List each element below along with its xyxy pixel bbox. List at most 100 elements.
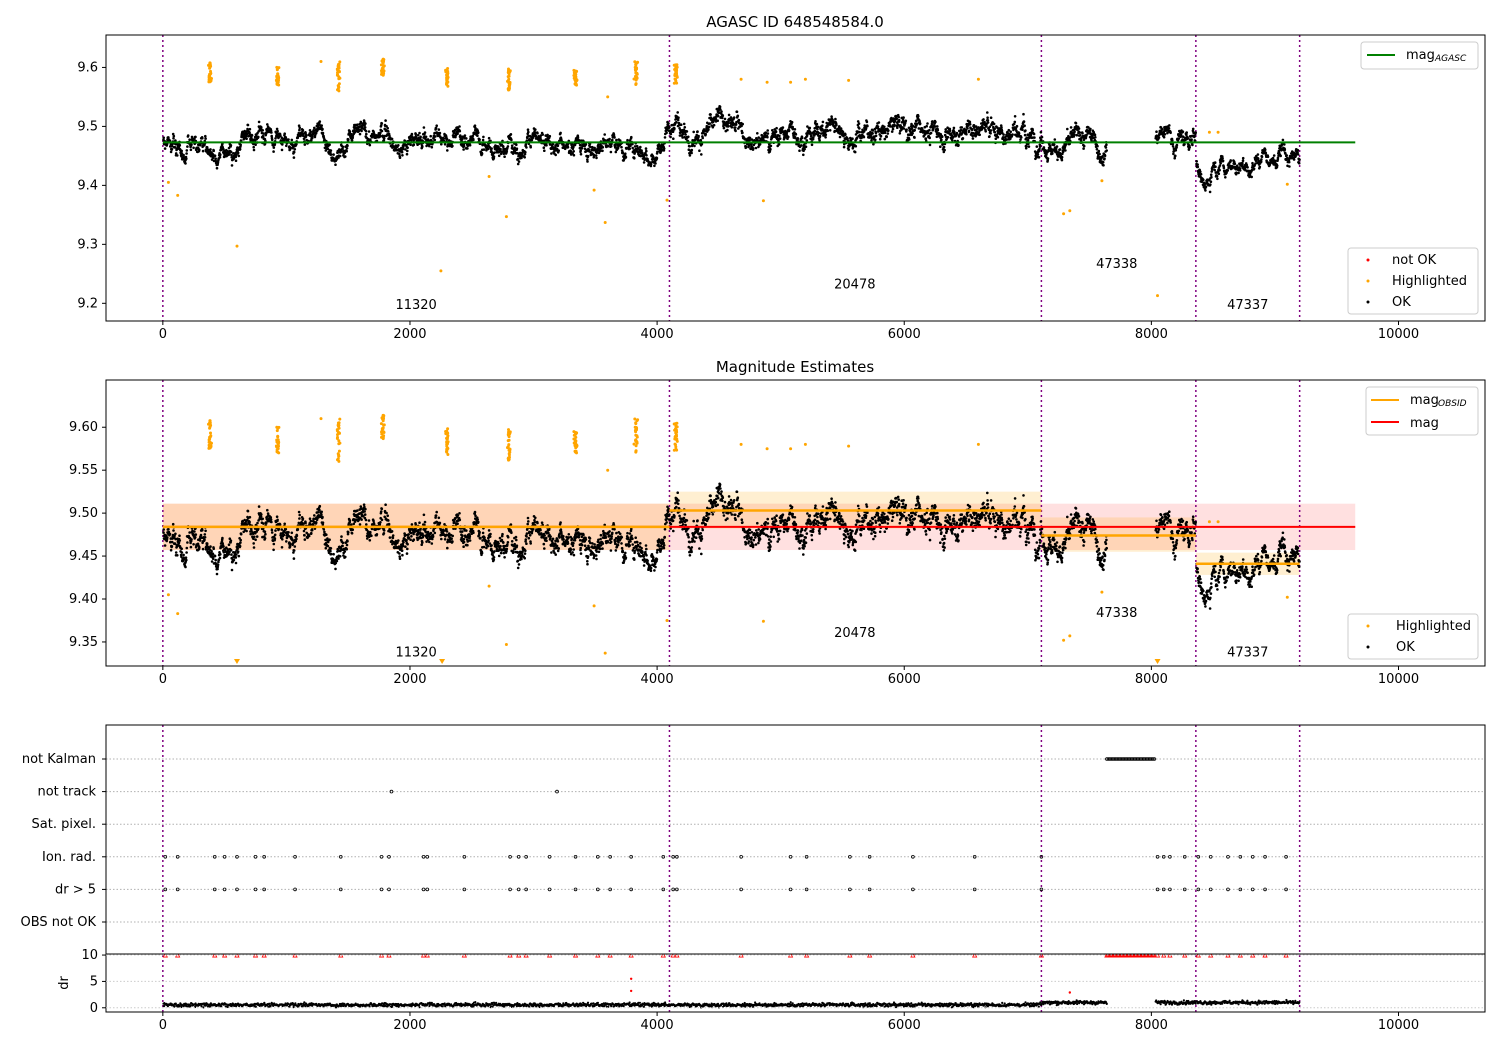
- point-ok: [398, 156, 402, 159]
- point-ok: [952, 126, 956, 130]
- point-ok: [363, 126, 367, 129]
- point-ok: [1024, 129, 1027, 132]
- point-ok: [499, 147, 502, 151]
- point-ok: [787, 129, 791, 132]
- point-ok: [1264, 151, 1268, 155]
- point-ok: [310, 528, 314, 532]
- point-ok: [1082, 147, 1085, 150]
- point-ok: [1263, 148, 1267, 151]
- point-ok: [595, 156, 598, 160]
- point-ok: [168, 532, 172, 536]
- point-ok: [698, 149, 701, 152]
- point-ok: [721, 114, 725, 118]
- point-ok: [1297, 161, 1301, 165]
- point-ok: [676, 118, 680, 122]
- point-ok: [406, 149, 409, 153]
- point-ok: [1094, 136, 1097, 139]
- point-ok: [201, 529, 204, 532]
- point-ok: [992, 122, 996, 126]
- point-ok: [815, 122, 819, 126]
- point-ok: [262, 132, 265, 135]
- point-ok: [1081, 132, 1084, 135]
- point-ok: [274, 529, 277, 532]
- point-ok: [1210, 175, 1213, 179]
- point-highlighted: [275, 81, 279, 85]
- point-ok: [1219, 162, 1222, 165]
- point-ok: [270, 531, 274, 534]
- point-ok: [1283, 148, 1287, 152]
- point-highlighted: [603, 221, 607, 224]
- point-ok: [1256, 153, 1260, 156]
- point-ok: [961, 137, 965, 140]
- point-ok: [384, 119, 387, 122]
- point-ok: [163, 147, 167, 150]
- point-ok: [1031, 128, 1034, 132]
- point-ok: [257, 135, 260, 139]
- point-ok: [177, 541, 181, 545]
- point-ok: [368, 143, 372, 147]
- point-ok: [305, 133, 308, 137]
- point-ok: [601, 149, 604, 153]
- point-ok: [269, 516, 273, 519]
- point-ok: [416, 133, 420, 137]
- point-ok: [902, 116, 905, 119]
- point-ok: [1169, 131, 1172, 135]
- point-ok: [988, 135, 991, 138]
- point-ok: [234, 159, 238, 162]
- point-highlighted: [207, 63, 210, 67]
- point-ok: [166, 536, 169, 539]
- point-highlighted: [335, 73, 339, 77]
- point-ok: [642, 161, 646, 164]
- point-ok: [833, 126, 837, 130]
- point-ok: [270, 138, 274, 141]
- point-ok: [712, 123, 716, 127]
- point-ok: [986, 116, 989, 119]
- point-ok: [1296, 149, 1300, 152]
- point-ok: [1104, 146, 1108, 149]
- point-ok: [1167, 127, 1171, 130]
- point-ok: [800, 144, 803, 147]
- point-ok: [904, 119, 908, 123]
- point-ok: [329, 552, 333, 556]
- point-ok: [186, 541, 189, 544]
- point-ok: [734, 123, 738, 126]
- point-ok: [227, 553, 230, 556]
- point-ok: [943, 148, 946, 152]
- point-ok: [747, 144, 751, 148]
- point-ok: [1039, 130, 1043, 134]
- point-ok: [292, 549, 296, 552]
- point-ok: [1229, 159, 1232, 162]
- point-ok: [298, 517, 301, 520]
- point-ok: [1204, 189, 1207, 192]
- point-ok: [993, 127, 996, 130]
- point-ok: [1042, 146, 1046, 149]
- point-ok: [790, 120, 794, 124]
- point-ok: [851, 137, 854, 140]
- point-ok: [490, 147, 493, 150]
- point-ok: [718, 105, 722, 109]
- point-ok: [180, 547, 183, 551]
- point-ok: [1040, 135, 1044, 139]
- point-ok: [451, 144, 454, 148]
- point-ok: [284, 136, 288, 139]
- point-ok: [529, 145, 532, 149]
- point-ok: [824, 136, 827, 139]
- point-highlighted: [633, 60, 637, 64]
- point-ok: [246, 509, 250, 513]
- point-highlighted: [847, 78, 851, 82]
- point-ok: [769, 144, 773, 148]
- point-ok: [778, 137, 782, 140]
- point-ok: [787, 135, 790, 139]
- point-ok: [1276, 156, 1280, 160]
- x-tick-label: 8000: [1135, 327, 1168, 342]
- point-ok: [989, 116, 993, 119]
- point-ok: [942, 145, 946, 149]
- point-ok: [1162, 135, 1166, 139]
- point-ok: [252, 546, 256, 549]
- point-ok: [862, 135, 866, 139]
- point-ok: [1213, 168, 1216, 172]
- point-highlighted: [665, 198, 669, 202]
- point-ok: [293, 545, 297, 548]
- point-ok: [1233, 162, 1237, 165]
- point-ok: [835, 123, 838, 127]
